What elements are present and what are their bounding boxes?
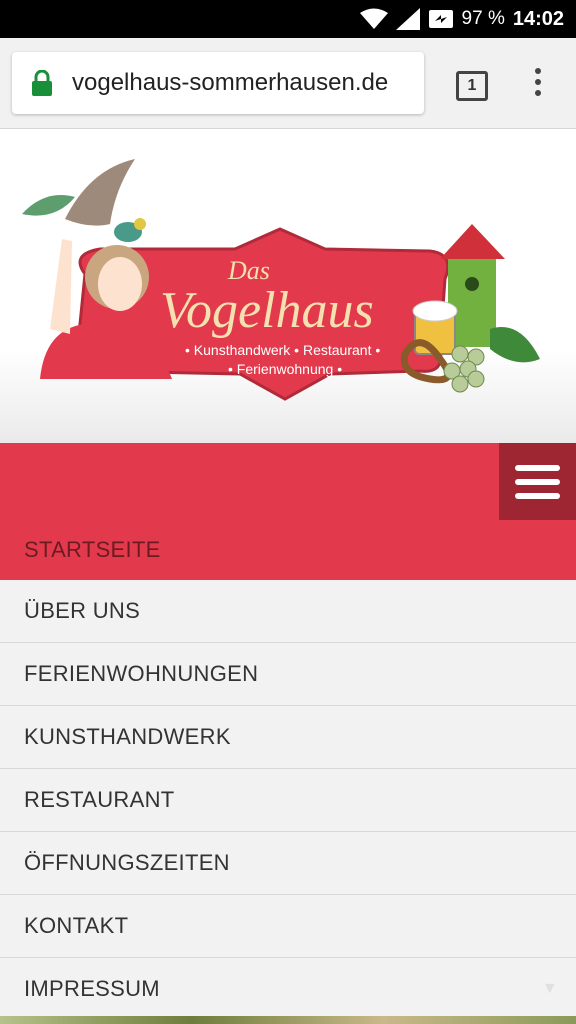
- battery-saver-icon: [428, 10, 453, 28]
- nav-menu: STARTSEITE ÜBER UNS FERIENWOHNUNGEN KUNS…: [0, 520, 576, 1021]
- menu-item-oeffnungszeiten[interactable]: ÖFFNUNGSZEITEN: [0, 832, 576, 895]
- battery-level: 97 %: [461, 8, 505, 29]
- cellular-signal-icon: [395, 8, 420, 30]
- menu-item-kunsthandwerk[interactable]: KUNSTHANDWERK: [0, 706, 576, 769]
- logo-title-small: Das: [227, 256, 270, 285]
- menu-item-ueber-uns[interactable]: ÜBER UNS: [0, 580, 576, 643]
- site-header: Das Vogelhaus • Kunsthandwerk • Restaura…: [0, 129, 576, 443]
- logo-subtitle-line2: • Ferienwohnung •: [228, 361, 342, 377]
- menu-item-label: IMPRESSUM: [24, 976, 160, 1001]
- menu-item-kontakt[interactable]: KONTAKT: [0, 895, 576, 958]
- address-bar[interactable]: vogelhaus-sommerhausen.de: [12, 52, 424, 114]
- lock-icon: [32, 70, 52, 96]
- menu-item-ferienwohnungen[interactable]: FERIENWOHNUNGEN: [0, 643, 576, 706]
- hero-image-edge: [0, 1016, 576, 1024]
- site-logo[interactable]: Das Vogelhaus • Kunsthandwerk • Restaura…: [0, 129, 576, 443]
- hamburger-menu-icon[interactable]: [499, 443, 576, 520]
- logo-subtitle-line1: • Kunsthandwerk • Restaurant •: [185, 342, 380, 358]
- wifi-icon: [359, 8, 388, 29]
- nav-bar: [0, 443, 576, 520]
- browser-menu-icon[interactable]: [532, 68, 544, 100]
- chevron-down-icon: ▼: [541, 980, 558, 997]
- url-text[interactable]: vogelhaus-sommerhausen.de: [72, 69, 388, 97]
- status-bar: 97 % 14:02: [0, 0, 576, 38]
- menu-item-startseite[interactable]: STARTSEITE: [0, 520, 576, 580]
- logo-title: Vogelhaus: [160, 282, 374, 339]
- menu-item-impressum[interactable]: IMPRESSUM ▼: [0, 958, 576, 1021]
- clock: 14:02: [512, 7, 564, 30]
- tab-switcher-button[interactable]: 1: [456, 71, 488, 101]
- status-icons: 97 % 14:02: [359, 0, 564, 38]
- browser-toolbar: vogelhaus-sommerhausen.de 1: [0, 38, 576, 129]
- menu-item-restaurant[interactable]: RESTAURANT: [0, 769, 576, 832]
